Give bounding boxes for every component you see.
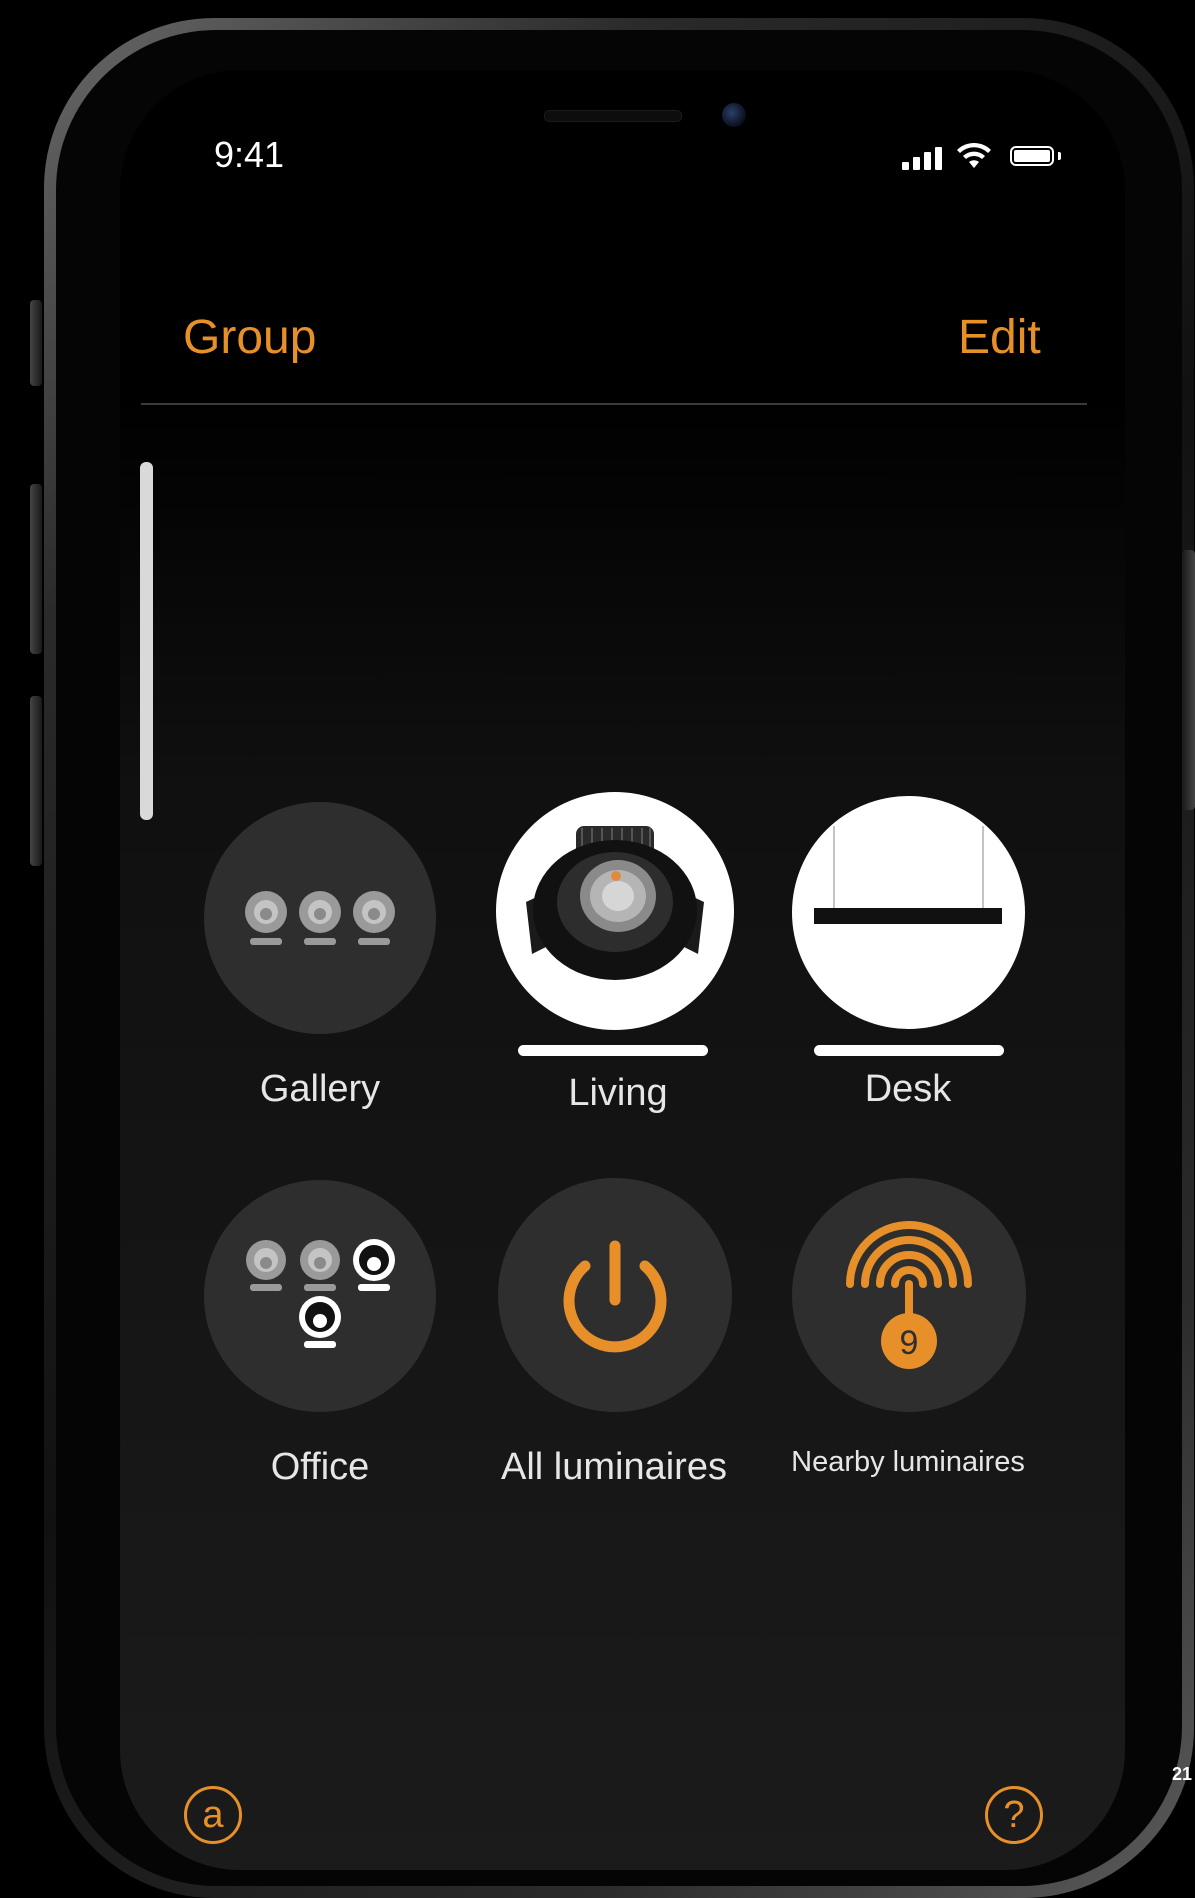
- volume-up-button: [30, 484, 42, 654]
- group-label-gallery: Gallery: [259, 1068, 381, 1110]
- notch: [338, 70, 890, 176]
- group-label-desk: Desk: [864, 1068, 952, 1110]
- power-icon: [563, 1240, 667, 1353]
- power-button: [1182, 550, 1195, 810]
- desk-active-indicator: [814, 1045, 1004, 1056]
- earpiece-speaker: [544, 110, 682, 122]
- front-camera: [722, 103, 746, 127]
- group-label-all-luminaires: All luminaires: [501, 1446, 727, 1488]
- group-tile-gallery[interactable]: [204, 802, 436, 1034]
- signal-icon: [902, 147, 942, 170]
- nearby-signal-icon: 9: [846, 1221, 972, 1369]
- group-nav-button[interactable]: Group: [183, 310, 316, 365]
- scroll-indicator[interactable]: [140, 462, 153, 820]
- downlight-image: [526, 826, 704, 980]
- help-icon[interactable]: ?: [985, 1786, 1043, 1844]
- four-spotlights-icon: [246, 1239, 395, 1348]
- group-tile-office[interactable]: [204, 1180, 436, 1412]
- status-icons: [902, 140, 1062, 174]
- page-number: 21: [1172, 1764, 1193, 1784]
- group-tile-all-luminaires[interactable]: [498, 1178, 732, 1412]
- nearby-count-badge: 9: [900, 1324, 919, 1362]
- nav-divider: [141, 403, 1087, 405]
- edit-button[interactable]: Edit: [958, 310, 1041, 365]
- three-spotlights-icon: [245, 891, 395, 945]
- group-label-nearby-luminaires: Nearby luminaires: [791, 1446, 1025, 1478]
- group-tile-nearby-luminaires[interactable]: 9: [792, 1178, 1026, 1412]
- volume-down-button: [30, 696, 42, 866]
- group-label-living: Living: [568, 1072, 668, 1114]
- account-icon[interactable]: a: [184, 1786, 242, 1844]
- group-tile-living[interactable]: [496, 792, 734, 1030]
- group-label-office: Office: [270, 1446, 370, 1488]
- wifi-icon: [957, 142, 991, 168]
- linear-pendant-image: [814, 826, 1002, 924]
- mute-switch: [30, 300, 42, 386]
- battery-icon: [1010, 146, 1054, 166]
- living-active-indicator: [518, 1045, 708, 1056]
- group-tile-desk[interactable]: [792, 796, 1025, 1029]
- status-time: 9:41: [214, 134, 285, 175]
